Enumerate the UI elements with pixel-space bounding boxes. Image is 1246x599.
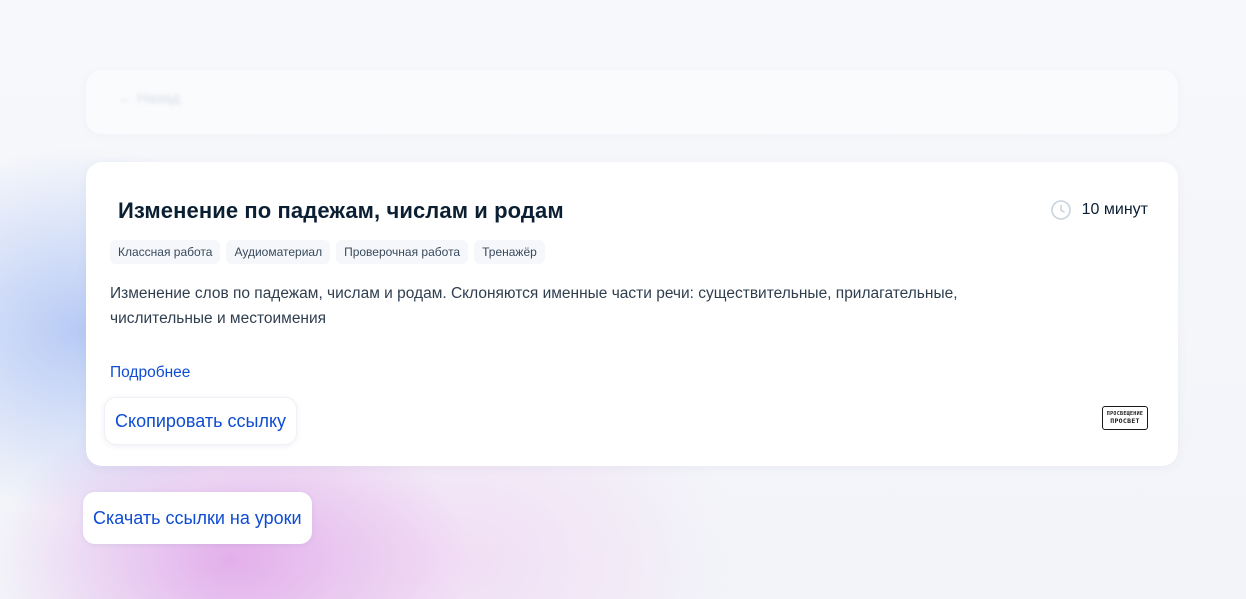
tag-test: Проверочная работа	[336, 240, 469, 264]
tag-classwork: Классная работа	[110, 240, 221, 264]
lesson-tags: Классная работа Аудиоматериал Проверочна…	[110, 240, 545, 264]
duration-label: 10 минут	[1081, 201, 1148, 218]
clock-icon	[1050, 200, 1071, 220]
publisher-logo: ПРОСВЕЩЕНИЕ ПРОСВЕТ	[1102, 406, 1148, 430]
publisher-logo-bottom: ПРОСВЕТ	[1110, 417, 1140, 425]
lesson-title: Изменение по падежам, числам и родам	[118, 198, 564, 223]
lesson-card: Изменение по падежам, числам и родам 10 …	[86, 162, 1178, 466]
back-link[interactable]: ← Назад	[118, 90, 180, 107]
lesson-duration: 10 минут	[1050, 199, 1148, 221]
tag-trainer: Тренажёр	[474, 240, 545, 264]
tag-audio: Аудиоматериал	[226, 240, 331, 264]
more-details-link[interactable]: Подробнее	[110, 364, 190, 382]
download-links-button[interactable]: Скачать ссылки на уроки	[83, 492, 312, 544]
navigation-card: ← Назад	[86, 70, 1178, 134]
copy-link-button[interactable]: Скопировать ссылку	[104, 397, 298, 445]
lesson-description: Изменение слов по падежам, числам и рода…	[110, 285, 958, 327]
